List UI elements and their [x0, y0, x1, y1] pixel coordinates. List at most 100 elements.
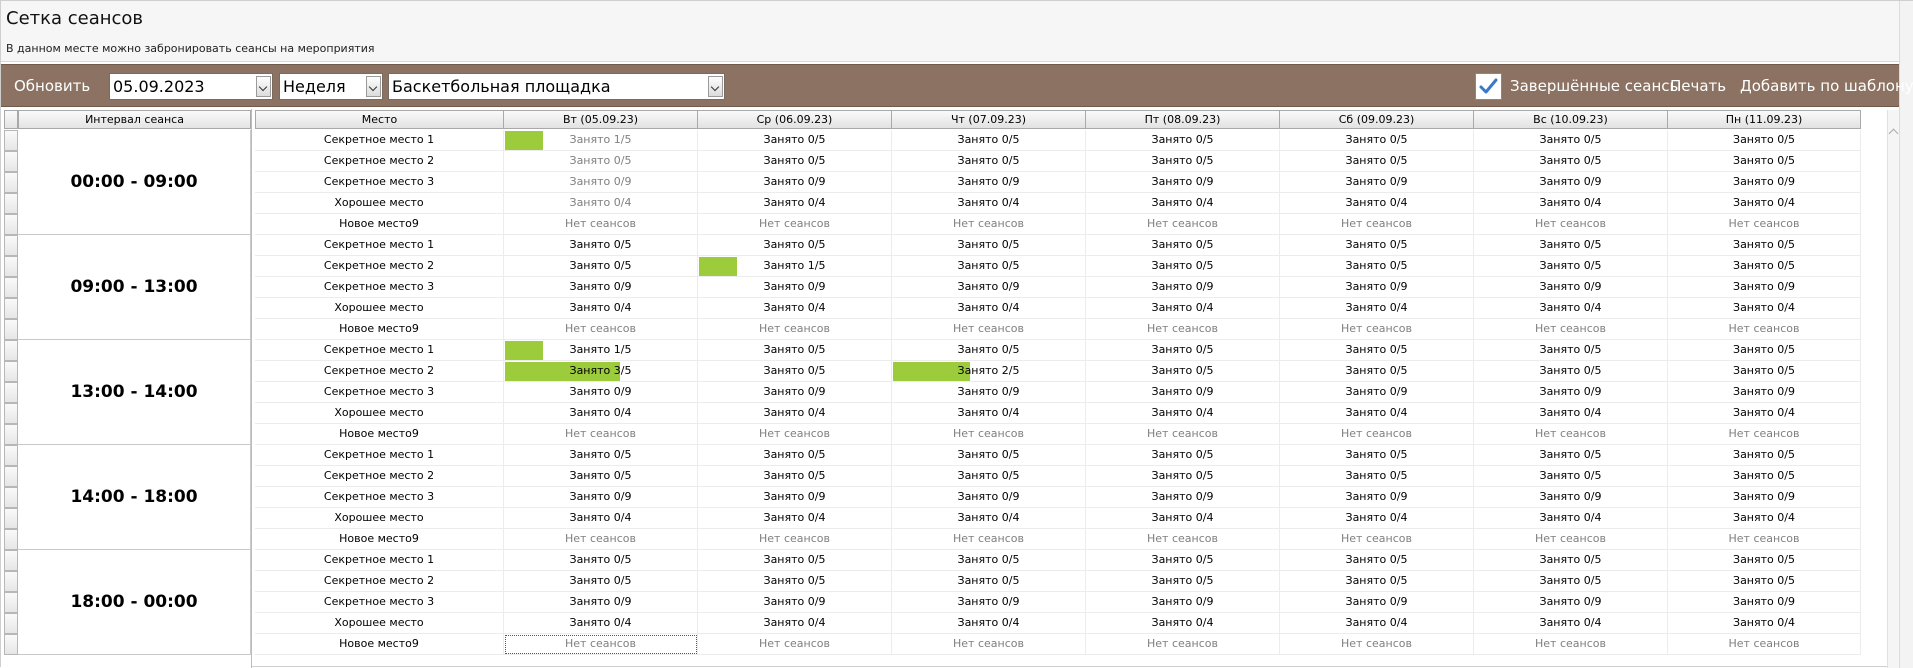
column-header-day[interactable]: Сб (09.09.23): [1280, 110, 1474, 129]
row-selector[interactable]: [4, 361, 18, 382]
row-selector[interactable]: [4, 466, 18, 487]
session-cell[interactable]: Занято 0/5: [1280, 235, 1474, 256]
session-cell[interactable]: Занято 0/5: [1086, 466, 1280, 487]
session-cell[interactable]: Занято 0/5: [892, 445, 1086, 466]
session-cell[interactable]: Занято 0/4: [892, 298, 1086, 319]
session-cell[interactable]: Занято 0/9: [504, 172, 698, 193]
row-selector[interactable]: [4, 319, 18, 340]
session-cell[interactable]: Занято 0/5: [698, 340, 892, 361]
session-cell[interactable]: Занято 0/9: [1086, 487, 1280, 508]
session-cell[interactable]: Занято 0/4: [892, 508, 1086, 529]
session-cell[interactable]: Занято 0/9: [1474, 277, 1668, 298]
session-cell[interactable]: Занято 0/4: [1280, 403, 1474, 424]
session-cell[interactable]: Занято 0/4: [1474, 508, 1668, 529]
session-cell[interactable]: Занято 0/9: [504, 277, 698, 298]
session-cell[interactable]: Занято 0/5: [1280, 361, 1474, 382]
session-cell[interactable]: Занято 0/5: [892, 571, 1086, 592]
session-cell[interactable]: Занято 0/9: [1086, 172, 1280, 193]
session-cell[interactable]: Занято 0/4: [698, 403, 892, 424]
session-cell[interactable]: Нет сеансов: [892, 634, 1086, 655]
session-cell[interactable]: Занято 0/9: [504, 487, 698, 508]
session-cell[interactable]: Занято 0/9: [1280, 172, 1474, 193]
session-cell[interactable]: Занято 0/9: [1280, 277, 1474, 298]
row-selector[interactable]: [4, 256, 18, 277]
session-cell[interactable]: Занято 0/5: [504, 445, 698, 466]
session-cell[interactable]: Занято 0/9: [1474, 382, 1668, 403]
session-cell[interactable]: Нет сеансов: [1474, 424, 1668, 445]
session-cell[interactable]: Занято 0/5: [1474, 235, 1668, 256]
session-cell[interactable]: Занято 0/9: [1668, 592, 1861, 613]
session-cell[interactable]: Занято 0/4: [1086, 193, 1280, 214]
session-cell[interactable]: Нет сеансов: [1086, 214, 1280, 235]
session-cell[interactable]: Занято 0/4: [504, 403, 698, 424]
session-cell[interactable]: Занято 0/4: [1280, 193, 1474, 214]
column-header-day[interactable]: Ср (06.09.23): [698, 110, 892, 129]
session-cell[interactable]: Занято 0/4: [1474, 613, 1668, 634]
session-cell[interactable]: Занято 0/5: [1280, 466, 1474, 487]
session-cell[interactable]: Занято 0/5: [1474, 340, 1668, 361]
completed-sessions-label[interactable]: Завершённые сеансы: [1510, 65, 1681, 108]
session-cell[interactable]: Занято 0/5: [1086, 571, 1280, 592]
session-cell[interactable]: Нет сеансов: [1280, 529, 1474, 550]
column-header-day[interactable]: Пн (11.09.23): [1668, 110, 1861, 129]
session-cell[interactable]: Занято 0/9: [1474, 487, 1668, 508]
session-cell[interactable]: Занято 0/5: [1280, 151, 1474, 172]
session-cell[interactable]: Занято 0/4: [1474, 193, 1668, 214]
session-cell[interactable]: Нет сеансов: [698, 634, 892, 655]
session-cell[interactable]: Занято 0/4: [1668, 403, 1861, 424]
session-cell[interactable]: Занято 0/5: [504, 466, 698, 487]
row-selector[interactable]: [4, 550, 18, 571]
interval-label[interactable]: 14:00 - 18:00: [18, 445, 251, 550]
session-cell[interactable]: Занято 0/9: [698, 382, 892, 403]
session-cell[interactable]: Занято 0/5: [504, 151, 698, 172]
session-cell[interactable]: Занято 0/4: [1668, 508, 1861, 529]
session-cell[interactable]: Занято 0/5: [698, 235, 892, 256]
session-cell[interactable]: Занято 0/9: [1668, 172, 1861, 193]
session-cell[interactable]: Занято 0/5: [504, 571, 698, 592]
row-selector[interactable]: [4, 277, 18, 298]
session-cell[interactable]: Нет сеансов: [698, 424, 892, 445]
session-cell[interactable]: Нет сеансов: [1280, 634, 1474, 655]
row-selector[interactable]: [4, 571, 18, 592]
session-cell[interactable]: Занято 3/5: [504, 361, 698, 382]
session-cell[interactable]: Нет сеансов: [504, 214, 698, 235]
session-cell[interactable]: Нет сеансов: [504, 634, 698, 655]
session-cell[interactable]: Нет сеансов: [1668, 424, 1861, 445]
row-selector[interactable]: [4, 193, 18, 214]
session-cell[interactable]: Занято 0/4: [1086, 613, 1280, 634]
session-cell[interactable]: Занято 0/5: [892, 550, 1086, 571]
session-cell[interactable]: Занято 0/4: [1086, 298, 1280, 319]
session-cell[interactable]: Занято 0/5: [1086, 361, 1280, 382]
session-cell[interactable]: Нет сеансов: [892, 319, 1086, 340]
session-cell[interactable]: Занято 0/9: [504, 382, 698, 403]
session-cell[interactable]: Занято 0/4: [892, 403, 1086, 424]
session-cell[interactable]: Нет сеансов: [698, 529, 892, 550]
session-cell[interactable]: Занято 0/4: [1086, 508, 1280, 529]
session-cell[interactable]: Занято 0/9: [892, 487, 1086, 508]
session-cell[interactable]: Занято 0/9: [1086, 382, 1280, 403]
session-cell[interactable]: Занято 0/9: [1086, 277, 1280, 298]
session-cell[interactable]: Нет сеансов: [892, 424, 1086, 445]
session-cell[interactable]: Занято 0/9: [504, 592, 698, 613]
session-cell[interactable]: Занято 1/5: [504, 340, 698, 361]
session-cell[interactable]: Занято 0/4: [892, 613, 1086, 634]
period-select[interactable]: Неделя: [279, 73, 383, 100]
chevron-down-icon[interactable]: [366, 76, 381, 97]
session-cell[interactable]: Занято 0/9: [698, 487, 892, 508]
session-cell[interactable]: Занято 0/5: [698, 130, 892, 151]
session-cell[interactable]: Занято 0/5: [1668, 151, 1861, 172]
session-cell[interactable]: Занято 0/5: [698, 151, 892, 172]
session-cell[interactable]: Нет сеансов: [1280, 214, 1474, 235]
interval-label[interactable]: 13:00 - 14:00: [18, 340, 251, 445]
session-cell[interactable]: Занято 0/5: [1668, 445, 1861, 466]
session-cell[interactable]: Нет сеансов: [504, 319, 698, 340]
session-cell[interactable]: Нет сеансов: [1668, 319, 1861, 340]
session-cell[interactable]: Занято 0/5: [1086, 130, 1280, 151]
session-cell[interactable]: Нет сеансов: [892, 529, 1086, 550]
session-cell[interactable]: Занято 0/4: [1668, 193, 1861, 214]
row-selector[interactable]: [4, 130, 18, 151]
session-cell[interactable]: Нет сеансов: [1086, 634, 1280, 655]
session-cell[interactable]: Занято 0/4: [1474, 298, 1668, 319]
session-cell[interactable]: Занято 0/4: [1668, 613, 1861, 634]
session-cell[interactable]: Нет сеансов: [1668, 214, 1861, 235]
